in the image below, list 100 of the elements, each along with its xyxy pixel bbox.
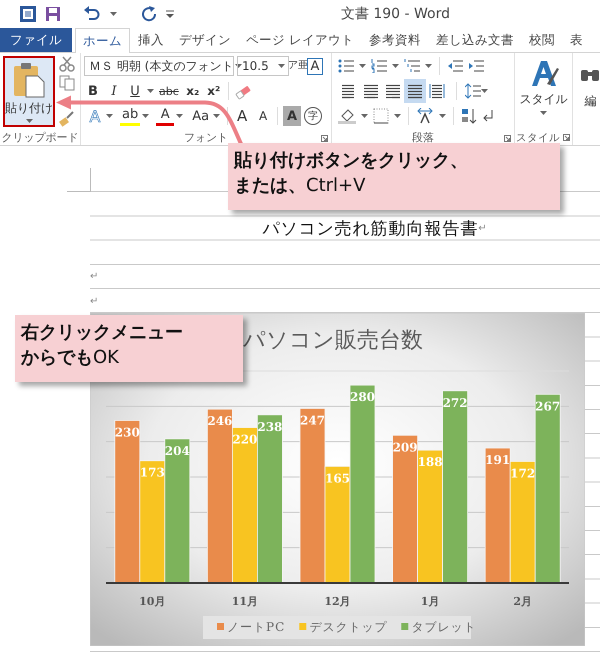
increase-indent-icon[interactable] bbox=[468, 59, 484, 73]
axis-label: 11月 bbox=[232, 595, 258, 608]
dialog-launcher-icon[interactable] bbox=[563, 134, 570, 141]
window-title: 文書 190 - Word bbox=[340, 5, 450, 23]
ribbon-tab[interactable]: デザイン bbox=[172, 28, 238, 53]
ribbon-tab[interactable]: 差し込み文書 bbox=[428, 28, 521, 53]
app-icon[interactable] bbox=[20, 6, 36, 22]
caret-icon[interactable] bbox=[278, 64, 285, 68]
line-spacing-icon[interactable] bbox=[465, 83, 481, 99]
format-button[interactable]: x₂ bbox=[184, 81, 202, 101]
grow-font-button[interactable]: A bbox=[233, 106, 252, 126]
file-tab[interactable]: ファイル bbox=[0, 28, 72, 52]
caret-icon[interactable] bbox=[142, 114, 150, 118]
data-label: 247 bbox=[300, 414, 326, 428]
caret-icon[interactable] bbox=[106, 114, 113, 118]
borders-icon[interactable] bbox=[373, 108, 389, 124]
group-label: フォント bbox=[81, 130, 331, 145]
format-button[interactable]: abc bbox=[157, 81, 181, 101]
text-effect-button[interactable]: ab bbox=[120, 106, 140, 126]
character-border-button[interactable]: A bbox=[307, 58, 323, 74]
text-direction-icon[interactable] bbox=[416, 108, 434, 124]
caret-icon[interactable] bbox=[213, 114, 220, 118]
paragraph-mark: ↵ bbox=[90, 271, 98, 282]
data-label: 272 bbox=[442, 396, 468, 410]
data-label: 204 bbox=[164, 444, 190, 458]
caret-icon[interactable] bbox=[392, 64, 399, 68]
paragraph-mark: ↵ bbox=[90, 296, 98, 307]
data-label: 173 bbox=[140, 466, 165, 480]
numbered-list-icon[interactable] bbox=[371, 59, 387, 73]
caret-icon[interactable] bbox=[147, 89, 154, 93]
data-label: 220 bbox=[232, 432, 258, 447]
group-label: 段落 bbox=[332, 130, 514, 145]
data-label: 172 bbox=[510, 466, 536, 481]
find-icon bbox=[581, 70, 600, 81]
caret-icon[interactable] bbox=[481, 89, 488, 93]
ribbon-tab[interactable]: ページ レイアウト bbox=[239, 28, 361, 53]
caret-icon[interactable] bbox=[394, 114, 401, 118]
data-label: 191 bbox=[485, 453, 510, 468]
callout-note: 貼り付けボタンをクリック、 または、Ctrl+V bbox=[228, 143, 560, 210]
cut-icon[interactable] bbox=[59, 56, 75, 72]
format-painter-icon[interactable] bbox=[59, 111, 75, 127]
format-button[interactable]: U bbox=[126, 81, 144, 101]
axis-label: 2月 bbox=[513, 595, 532, 608]
ribbon-tab[interactable]: 参考資料 bbox=[362, 28, 428, 53]
caret-icon[interactable] bbox=[110, 12, 117, 16]
redo-icon[interactable] bbox=[141, 6, 157, 22]
caret-icon[interactable] bbox=[176, 114, 184, 118]
text-effect-button[interactable]: Aa bbox=[190, 106, 212, 126]
group-label: スタイル bbox=[516, 130, 560, 144]
paragraph-mark: ↵ bbox=[478, 222, 488, 234]
axis-label: 10月 bbox=[139, 595, 166, 608]
group-label: クリップボード bbox=[0, 130, 80, 145]
save-icon[interactable] bbox=[45, 6, 61, 22]
shrink-font-button[interactable]: A bbox=[254, 106, 272, 126]
axis-label: 1月 bbox=[420, 595, 440, 608]
customize-icon[interactable] bbox=[166, 10, 174, 18]
dialog-launcher-icon[interactable] bbox=[321, 135, 328, 142]
shading-icon[interactable] bbox=[338, 108, 356, 124]
bullet-list-icon[interactable] bbox=[338, 59, 354, 73]
caret-icon[interactable] bbox=[361, 114, 368, 118]
ribbon-tab[interactable]: 表 bbox=[562, 28, 590, 53]
callout-note: 右クリックメニュー からでもOK bbox=[15, 315, 243, 382]
caret-icon[interactable] bbox=[540, 111, 547, 115]
chart-title: パソコン販売台数 bbox=[243, 328, 423, 354]
dialog-launcher-icon[interactable] bbox=[504, 135, 511, 142]
format-button[interactable]: x² bbox=[204, 81, 223, 101]
caret-icon[interactable] bbox=[235, 64, 242, 68]
ribbon-tab[interactable]: 校閲 bbox=[522, 28, 562, 53]
multilevel-list-icon[interactable] bbox=[404, 59, 420, 73]
data-label: 209 bbox=[392, 440, 418, 454]
caret-icon[interactable] bbox=[425, 64, 432, 68]
format-button[interactable]: B bbox=[84, 81, 102, 101]
legend-label: タブレット bbox=[411, 620, 476, 634]
text-effect-button[interactable]: A bbox=[86, 106, 104, 126]
data-label: 238 bbox=[257, 420, 282, 434]
sort-icon[interactable] bbox=[461, 108, 477, 124]
character-shading-button[interactable]: A bbox=[283, 106, 302, 126]
caret-icon[interactable] bbox=[439, 114, 446, 118]
text-effect-button[interactable]: A bbox=[156, 106, 174, 126]
paste-button[interactable]: 貼り付け bbox=[3, 56, 55, 127]
font-size-field[interactable]: 10.5 bbox=[237, 56, 289, 76]
center-align-icon bbox=[363, 83, 379, 99]
document-heading: パソコン売れ筋動向報告書 bbox=[262, 218, 478, 240]
data-label: 267 bbox=[535, 399, 560, 414]
undo-icon[interactable] bbox=[83, 6, 101, 22]
caret-icon[interactable] bbox=[26, 119, 32, 123]
format-button[interactable]: I bbox=[105, 81, 123, 101]
styles-button[interactable]: スタイル bbox=[518, 56, 570, 130]
caret-icon[interactable] bbox=[359, 64, 366, 68]
enclose-character-button[interactable]: 字 bbox=[304, 107, 322, 125]
axis-label: 12月 bbox=[324, 595, 351, 608]
decrease-indent-icon[interactable] bbox=[447, 59, 463, 73]
left-align-icon bbox=[341, 83, 357, 99]
ribbon-tab[interactable]: ホーム bbox=[75, 28, 130, 53]
ribbon-tab[interactable]: 挿入 bbox=[131, 28, 171, 53]
paragraph-mark-icon[interactable] bbox=[482, 109, 494, 123]
justify-align-button[interactable] bbox=[404, 79, 426, 103]
copy-icon[interactable] bbox=[59, 75, 75, 91]
clipboard-icon[interactable] bbox=[12, 62, 46, 98]
editing-button[interactable]: 編 bbox=[573, 56, 600, 145]
